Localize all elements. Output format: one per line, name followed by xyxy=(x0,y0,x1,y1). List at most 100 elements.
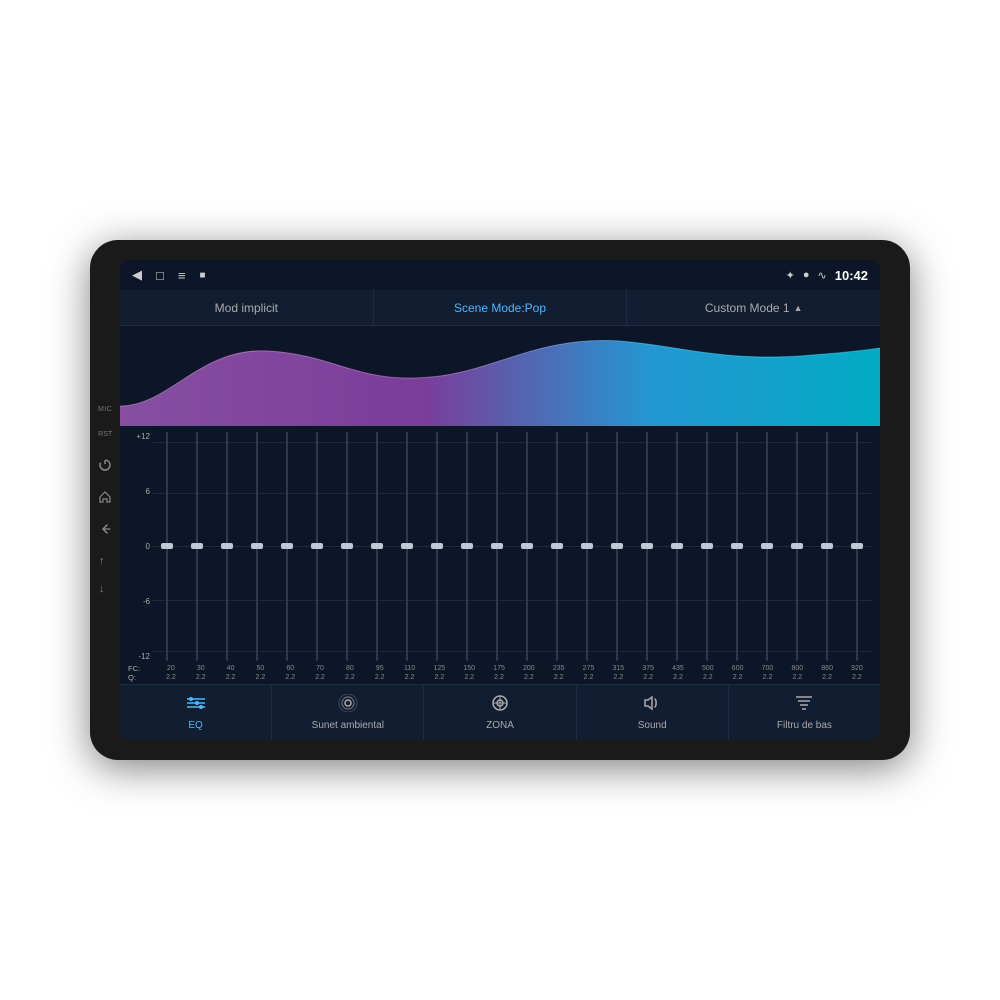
slider-handle-175[interactable] xyxy=(491,543,503,549)
back-nav-icon[interactable]: ◀ xyxy=(132,267,142,283)
slider-handle-125[interactable] xyxy=(431,543,443,549)
slider-col-30[interactable] xyxy=(182,430,212,663)
slider-handle-235[interactable] xyxy=(551,543,563,549)
slider-handle-600[interactable] xyxy=(731,543,743,549)
slider-handle-95[interactable] xyxy=(371,543,383,549)
status-bar: ◀ □ ≡ ■ ✦ ● ∿ 10:42 xyxy=(120,260,880,290)
slider-col-600[interactable] xyxy=(722,430,752,663)
slider-col-920[interactable] xyxy=(842,430,872,663)
eq-sliders-area: +12 6 0 -6 -12 xyxy=(120,426,880,684)
slider-handle-920[interactable] xyxy=(851,543,863,549)
filtru-icon xyxy=(793,694,815,717)
slider-col-700[interactable] xyxy=(752,430,782,663)
slider-col-95[interactable] xyxy=(362,430,392,663)
bottom-nav-ambient[interactable]: Sunet ambiental xyxy=(272,685,424,740)
eq-grid: +12 6 0 -6 -12 xyxy=(128,430,872,663)
slider-handle-80[interactable] xyxy=(341,543,353,549)
q-row: Q:2.22.22.22.22.22.22.22.22.22.22.22.22.… xyxy=(128,673,872,682)
slider-handle-860[interactable] xyxy=(821,543,833,549)
tab-scene-mode[interactable]: Scene Mode:Pop xyxy=(374,290,628,325)
wifi-icon: ∿ xyxy=(818,269,827,282)
device: MIC RST ↑ xyxy=(90,240,910,760)
slider-handle-60[interactable] xyxy=(281,543,293,549)
slider-handle-20[interactable] xyxy=(161,543,173,549)
slider-col-70[interactable] xyxy=(302,430,332,663)
sound-label: Sound xyxy=(638,720,667,731)
time-display: 10:42 xyxy=(835,268,868,283)
ambient-label: Sunet ambiental xyxy=(312,720,384,731)
slider-handle-150[interactable] xyxy=(461,543,473,549)
custom-mode-triangle: ▲ xyxy=(794,303,803,313)
slider-col-125[interactable] xyxy=(422,430,452,663)
slider-col-20[interactable] xyxy=(152,430,182,663)
eq-level-labels: +12 6 0 -6 -12 xyxy=(128,430,152,663)
slider-col-375[interactable] xyxy=(632,430,662,663)
slider-handle-500[interactable] xyxy=(701,543,713,549)
slider-handle-375[interactable] xyxy=(641,543,653,549)
tab-custom-mode[interactable]: Custom Mode 1 ▲ xyxy=(627,290,880,325)
power-button[interactable] xyxy=(98,458,112,472)
slider-col-175[interactable] xyxy=(482,430,512,663)
bottom-nav-filtru[interactable]: Filtru de bas xyxy=(729,685,880,740)
slider-col-60[interactable] xyxy=(272,430,302,663)
freq-q-rows: FC:2030405060708095110125150175200235275… xyxy=(128,664,872,682)
rst-label: RST xyxy=(98,431,112,438)
menu-nav-icon[interactable]: ≡ xyxy=(178,268,186,283)
slider-handle-50[interactable] xyxy=(251,543,263,549)
tab-bar: Mod implicit Scene Mode:Pop Custom Mode … xyxy=(120,290,880,326)
ambient-icon xyxy=(337,694,359,717)
side-buttons: MIC RST ↑ xyxy=(98,406,112,594)
slider-col-500[interactable] xyxy=(692,430,722,663)
bottom-nav-eq[interactable]: EQ xyxy=(120,685,272,740)
slider-col-50[interactable] xyxy=(242,430,272,663)
slider-handle-800[interactable] xyxy=(791,543,803,549)
slider-handle-700[interactable] xyxy=(761,543,773,549)
screen: ◀ □ ≡ ■ ✦ ● ∿ 10:42 Mod implicit Scene M… xyxy=(120,260,880,740)
bottom-nav-sound[interactable]: Sound xyxy=(577,685,729,740)
eq-icon xyxy=(185,694,207,717)
bluetooth-icon: ✦ xyxy=(786,269,795,282)
slider-handle-275[interactable] xyxy=(581,543,593,549)
home-button[interactable] xyxy=(98,490,112,504)
slider-col-80[interactable] xyxy=(332,430,362,663)
location-icon: ● xyxy=(803,269,810,281)
status-right: ✦ ● ∿ 10:42 xyxy=(786,268,868,283)
slider-handle-30[interactable] xyxy=(191,543,203,549)
svg-text:↓: ↓ xyxy=(99,583,105,594)
fc-row: FC:2030405060708095110125150175200235275… xyxy=(128,664,872,673)
filtru-label: Filtru de bas xyxy=(777,720,832,731)
nav-buttons: ◀ □ ≡ ■ xyxy=(132,267,776,283)
bottom-nav: EQ Sunet ambiental xyxy=(120,684,880,740)
slider-col-860[interactable] xyxy=(812,430,842,663)
zona-label: ZONA xyxy=(486,720,514,731)
bottom-nav-zona[interactable]: ZONA xyxy=(424,685,576,740)
slider-handle-435[interactable] xyxy=(671,543,683,549)
back-button[interactable] xyxy=(98,522,112,536)
eq-sliders-container xyxy=(152,430,872,663)
slider-handle-40[interactable] xyxy=(221,543,233,549)
slider-col-200[interactable] xyxy=(512,430,542,663)
slider-col-235[interactable] xyxy=(542,430,572,663)
tab-mod-implicit[interactable]: Mod implicit xyxy=(120,290,374,325)
slider-col-40[interactable] xyxy=(212,430,242,663)
slider-col-150[interactable] xyxy=(452,430,482,663)
home-nav-icon[interactable]: □ xyxy=(156,268,164,283)
slider-col-315[interactable] xyxy=(602,430,632,663)
vol-down-button[interactable]: ↓ xyxy=(98,582,112,594)
slider-col-435[interactable] xyxy=(662,430,692,663)
slider-col-110[interactable] xyxy=(392,430,422,663)
svg-text:↑: ↑ xyxy=(99,555,105,566)
vol-up-button[interactable]: ↑ xyxy=(98,554,112,566)
zona-icon xyxy=(489,694,511,717)
slider-col-800[interactable] xyxy=(782,430,812,663)
eq-visualization xyxy=(120,326,880,426)
eq-label: EQ xyxy=(188,720,202,731)
sound-icon xyxy=(641,694,663,717)
recent-nav-icon[interactable]: ■ xyxy=(199,270,205,281)
slider-handle-110[interactable] xyxy=(401,543,413,549)
slider-handle-315[interactable] xyxy=(611,543,623,549)
slider-handle-200[interactable] xyxy=(521,543,533,549)
slider-col-275[interactable] xyxy=(572,430,602,663)
mic-label: MIC xyxy=(98,406,112,413)
slider-handle-70[interactable] xyxy=(311,543,323,549)
